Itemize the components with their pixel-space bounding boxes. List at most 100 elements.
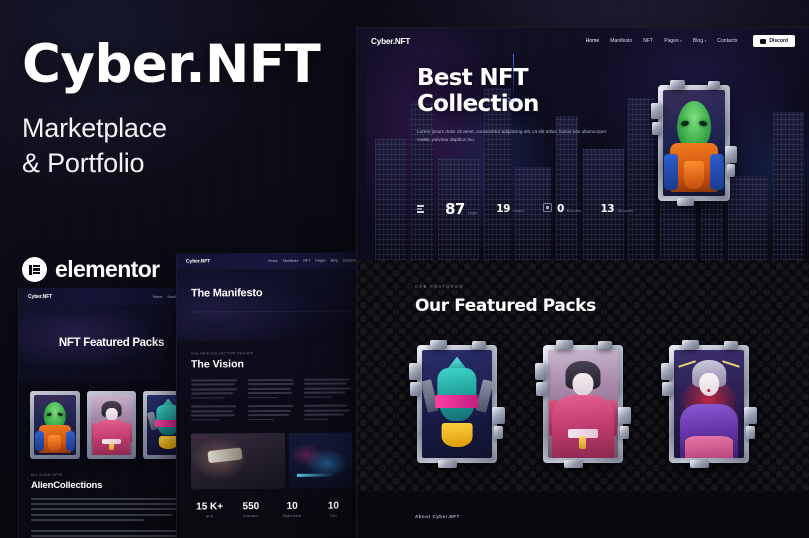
featured-nft-card-2[interactable]: [535, 340, 631, 468]
featured-card-row: [357, 340, 809, 468]
countdown-value: 19: [496, 203, 510, 215]
clock-icon: [542, 203, 552, 212]
countdown-icon: [417, 205, 424, 213]
geisha-pink-nft-art: [547, 350, 619, 458]
panel-b-nav-item[interactable]: Pages: [315, 259, 325, 263]
panel-a-body-text: [31, 498, 192, 521]
nav-item-manifesto[interactable]: Manifesto: [610, 38, 632, 44]
stat-label: Digital Artists: [282, 514, 302, 519]
stat-item: 15 K+ NFTs: [190, 502, 229, 519]
countdown-label: Minutes: [566, 209, 582, 213]
hero-section: Cyber.NFT Home Manifesto NFT Pages ▾ Blog…: [357, 28, 809, 260]
brand-subtitle-line-1: Marketplace: [22, 113, 167, 143]
card-bracket-icon: [651, 121, 662, 136]
panel-b-vision-section: The New Collection Decade The Vision: [177, 340, 366, 490]
panel-a-eyebrow: All Alien NFTs: [31, 473, 63, 477]
neon-street-photo[interactable]: [289, 432, 352, 490]
panel-b-nav-item[interactable]: Home: [268, 259, 278, 263]
nav-item-nft[interactable]: NFT: [643, 38, 653, 44]
panel-b-photo-row: [191, 432, 352, 490]
alien-nft-art: [662, 89, 726, 197]
card-bracket-icon: [651, 102, 663, 120]
vr-headset-photo[interactable]: [191, 433, 286, 490]
countdown-label: Hours: [512, 209, 524, 213]
panel-a-section-title: AlienCollections: [31, 480, 103, 491]
panel-manifesto[interactable]: Cyber.NFT Home Manifesto NFT Pages Blog …: [176, 252, 366, 538]
panel-b-nav-item[interactable]: NFT: [303, 259, 310, 263]
countdown-item-minutes: 0 Minutes: [542, 203, 582, 215]
stat-item: 10 Digital Artists: [273, 501, 312, 518]
nft-card-mini[interactable]: [30, 391, 80, 459]
panel-a-logo: Cyber.NFT: [28, 293, 53, 300]
mecha-nft-art: [421, 350, 493, 458]
stat-label: Collections: [243, 514, 259, 519]
panel-main-site[interactable]: Cyber.NFT Home Manifesto NFT Pages ▾ Blog…: [356, 27, 809, 538]
discord-icon: [760, 38, 767, 44]
panel-b-nav-item[interactable]: Blog: [331, 259, 338, 263]
card-bracket-icon: [409, 363, 422, 380]
card-bracket-icon: [598, 341, 612, 349]
countdown-value: 0: [556, 203, 564, 215]
site-nav-menu: Home Manifesto NFT Pages ▾ Blog ▾ Contacts…: [586, 34, 795, 48]
panel-b-nav-item[interactable]: Manifesto: [283, 259, 299, 263]
discord-button-label: Discord: [769, 38, 788, 44]
brand-block: Cyber.NFT Marketplace & Portfolio: [22, 38, 352, 180]
card-bracket-icon: [437, 460, 457, 468]
geisha-purple-nft-art: [673, 350, 745, 458]
hero-lead-text: Lorem ipsum dolor sit amet, consectetur …: [417, 128, 607, 143]
card-bracket-icon: [669, 80, 686, 89]
panel-b-logo: Cyber.NFT: [186, 258, 211, 265]
discord-button[interactable]: Discord: [753, 34, 795, 48]
page-title: Cyber.NFT: [22, 34, 321, 95]
panel-b-nav-item[interactable]: Contacts: [343, 258, 357, 262]
hero-nft-card[interactable]: [651, 80, 737, 206]
elementor-logo-icon: [22, 257, 47, 282]
card-bracket-icon: [493, 425, 504, 439]
panel-b-nav: Home Manifesto NFT Pages Blog Contacts: [268, 258, 357, 263]
panel-b-title: The Manifesto: [191, 287, 263, 300]
card-bracket-icon: [724, 341, 738, 349]
card-bracket-icon: [619, 425, 630, 439]
card-bracket-icon: [707, 81, 720, 89]
panel-a-hero-title: NFT Featured Packs: [58, 337, 165, 349]
card-bracket-icon: [661, 382, 673, 397]
brand-subtitle-line-2: & Portfolio: [22, 147, 145, 178]
card-bracket-icon: [556, 340, 574, 349]
stat-value: 15 K+: [196, 501, 224, 513]
featured-nft-card-1[interactable]: [409, 340, 505, 468]
countdown-row: 87 Days 19 Hours 0 Minutes 13 Seconds: [417, 200, 633, 218]
site-logo[interactable]: Cyber.NFT: [371, 37, 410, 46]
countdown-value: 87: [445, 200, 465, 218]
nav-item-blog[interactable]: Blog ▾: [693, 38, 706, 44]
nav-item-contacts[interactable]: Contacts: [717, 38, 737, 44]
nav-item-pages[interactable]: Pages ▾: [664, 38, 682, 44]
panel-a-nav-item[interactable]: Home: [153, 295, 163, 299]
stat-item: 550 Collections: [231, 501, 270, 518]
site-navbar: Cyber.NFT Home Manifesto NFT Pages ▾ Blog…: [357, 28, 809, 54]
panel-b-eyebrow: The New Collection Decade: [191, 351, 254, 356]
panel-b-text-columns-2: [191, 404, 352, 421]
featured-nft-card-3[interactable]: [661, 340, 757, 468]
stat-value: 10: [327, 500, 339, 512]
nft-card-mini[interactable]: [86, 391, 137, 459]
countdown-item-days: 87 Days: [445, 200, 477, 218]
card-bracket-icon: [617, 406, 631, 425]
countdown-label: Seconds: [617, 209, 634, 213]
card-bracket-icon: [726, 164, 736, 177]
scroll-down-icon[interactable]: [505, 82, 519, 102]
card-bracket-icon: [724, 145, 737, 164]
stat-label: Labs: [329, 513, 337, 518]
alien-nft-art: [34, 395, 76, 455]
panel-a-body-text-2: [31, 529, 192, 538]
geisha-pink-nft-art: [90, 395, 133, 455]
elementor-badge: elementor: [22, 256, 160, 283]
promo-composition: Cyber.NFT Marketplace & Portfolio elemen…: [0, 0, 809, 538]
card-bracket-icon: [563, 460, 583, 468]
card-bracket-icon: [743, 406, 757, 425]
card-bracket-icon: [491, 406, 505, 425]
nav-item-home[interactable]: Home: [586, 38, 600, 44]
chevron-down-icon: ▾: [704, 39, 707, 43]
panel-b-stats: 15 K+ NFTs 550 Collections 10 Digital Ar…: [177, 489, 366, 519]
card-bracket-icon: [430, 340, 448, 349]
card-bracket-icon: [661, 363, 674, 380]
